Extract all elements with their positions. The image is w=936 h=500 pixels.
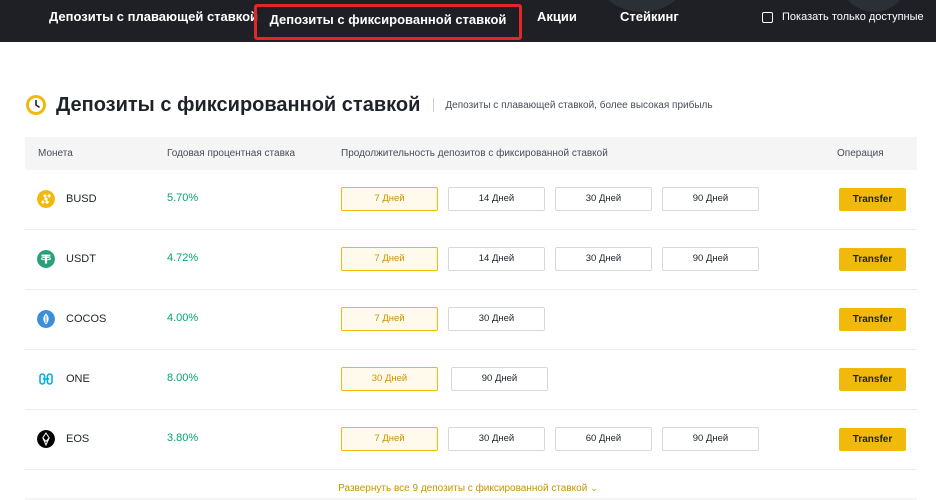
coin-cell: BUSD xyxy=(37,190,97,208)
page-subtitle: Депозиты с плавающей ставкой, более высо… xyxy=(445,99,713,111)
apy-value: 4.72% xyxy=(167,252,199,264)
apy-value: 3.80% xyxy=(167,432,199,444)
usdt-icon xyxy=(37,250,55,268)
column-header-coin: Монета xyxy=(38,148,73,159)
apy-value: 4.00% xyxy=(167,312,199,324)
table-row: BUSD 5.70% 7 Дней 14 Дней 30 Дней 90 Дне… xyxy=(25,170,917,230)
expand-all-link[interactable]: Развернуть все 9 депозиты с фиксированно… xyxy=(0,483,936,494)
duration-option[interactable]: 30 Дней xyxy=(448,427,545,451)
duration-option[interactable]: 30 Дней xyxy=(555,187,652,211)
apy-value: 5.70% xyxy=(167,192,199,204)
tab-flexible-deposits[interactable]: Депозиты с плавающей ставкой xyxy=(49,0,258,34)
duration-option[interactable]: 7 Дней xyxy=(341,187,438,211)
clock-icon xyxy=(26,95,46,115)
transfer-button[interactable]: Transfer xyxy=(839,428,906,451)
busd-icon xyxy=(37,190,55,208)
show-available-checkbox[interactable] xyxy=(762,11,773,23)
duration-option[interactable]: 7 Дней xyxy=(341,307,438,331)
column-header-apy: Годовая процентная ставка xyxy=(167,148,296,159)
coin-name: ONE xyxy=(66,373,90,385)
page-title: Депозиты с фиксированной ставкой xyxy=(56,93,421,116)
coin-name: EOS xyxy=(66,433,90,445)
coin-cell: COCOS xyxy=(37,310,106,328)
duration-option[interactable]: 30 Дней xyxy=(448,307,545,331)
expand-all-label: Развернуть все 9 депозиты с фиксированно… xyxy=(338,483,588,494)
duration-option[interactable]: 14 Дней xyxy=(448,187,545,211)
transfer-button[interactable]: Transfer xyxy=(839,188,906,211)
one-icon xyxy=(39,373,53,385)
top-nav: Депозиты с плавающей ставкой Депозиты с … xyxy=(0,0,936,42)
duration-option[interactable]: 90 Дней xyxy=(662,247,759,271)
table-row: USDT 4.72% 7 Дней 14 Дней 30 Дней 90 Дне… xyxy=(25,230,917,290)
show-available-toggle[interactable]: Показать только доступные xyxy=(762,11,924,23)
duration-option[interactable]: 90 Дней xyxy=(451,367,548,391)
duration-option[interactable]: 90 Дней xyxy=(662,187,759,211)
coin-cell: EOS xyxy=(37,430,89,448)
coin-cell: USDT xyxy=(37,250,96,268)
column-header-operation: Операция xyxy=(837,148,884,159)
table-row: COCOS 4.00% 7 Дней 30 Дней Transfer xyxy=(25,290,917,350)
transfer-button[interactable]: Transfer xyxy=(839,248,906,271)
apy-value: 8.00% xyxy=(167,372,199,384)
duration-option[interactable]: 7 Дней xyxy=(341,427,438,451)
tab-staking[interactable]: Стейкинг xyxy=(620,0,679,34)
coin-cell: ONE xyxy=(37,370,90,388)
duration-option[interactable]: 30 Дней xyxy=(341,367,438,391)
duration-option[interactable]: 60 Дней xyxy=(555,427,652,451)
eos-icon xyxy=(37,430,55,448)
duration-option[interactable]: 90 Дней xyxy=(662,427,759,451)
heading-divider xyxy=(433,98,435,112)
table-header: Монета Годовая процентная ставка Продолж… xyxy=(25,137,917,170)
cocos-icon xyxy=(37,310,55,328)
tab-promotions[interactable]: Акции xyxy=(537,0,577,34)
coin-name: COCOS xyxy=(66,313,107,325)
table-row: ONE 8.00% 30 Дней 90 Дней Transfer xyxy=(25,350,917,410)
transfer-button[interactable]: Transfer xyxy=(839,368,906,391)
duration-option[interactable]: 30 Дней xyxy=(555,247,652,271)
coin-name: BUSD xyxy=(66,193,97,205)
transfer-button[interactable]: Transfer xyxy=(839,308,906,331)
column-header-duration: Продолжительность депозитов с фиксирован… xyxy=(341,148,608,159)
tab-fixed-deposits[interactable]: Депозиты с фиксированной ставкой xyxy=(254,4,522,40)
duration-option[interactable]: 7 Дней xyxy=(341,247,438,271)
chevron-down-icon: ⌄ xyxy=(590,483,598,493)
table-row: EOS 3.80% 7 Дней 30 Дней 60 Дней 90 Дней… xyxy=(25,410,917,470)
show-available-label: Показать только доступные xyxy=(782,11,924,23)
coin-name: USDT xyxy=(66,253,96,265)
duration-option[interactable]: 14 Дней xyxy=(448,247,545,271)
section-heading: Депозиты с фиксированной ставкой Депозит… xyxy=(25,90,713,120)
